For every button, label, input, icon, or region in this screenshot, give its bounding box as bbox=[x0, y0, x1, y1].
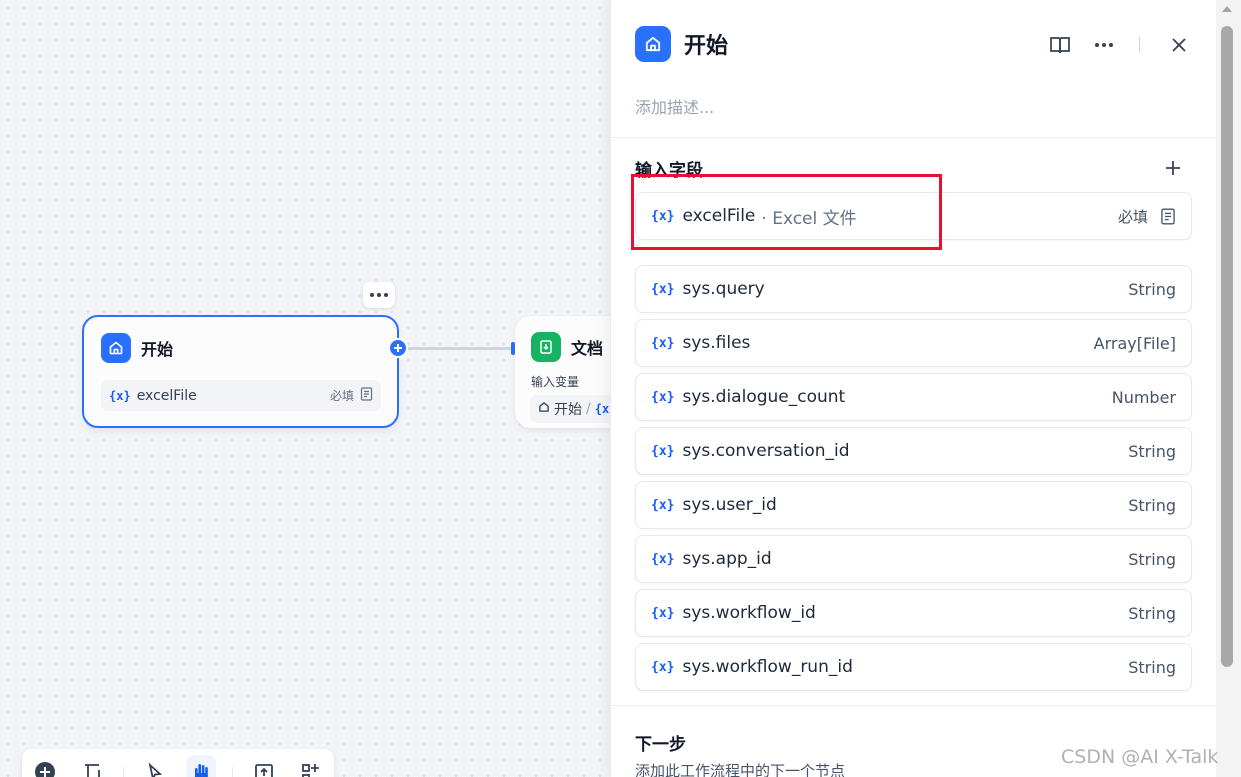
organize-icon bbox=[301, 764, 319, 777]
field-name: sys.workflow_run_id bbox=[682, 657, 853, 677]
variable-icon: {x} bbox=[651, 281, 675, 297]
system-variable-row: {x} sys.dialogue_count Number bbox=[635, 373, 1192, 421]
home-icon bbox=[538, 401, 550, 417]
system-variable-row: {x} sys.files Array[File] bbox=[635, 319, 1192, 367]
doc-node-header: 文档 bbox=[531, 332, 603, 362]
variable-icon: {x} bbox=[651, 335, 675, 351]
note-button[interactable] bbox=[76, 755, 106, 777]
field-type: String bbox=[1128, 549, 1176, 569]
document-icon bbox=[1160, 208, 1176, 225]
layout-button[interactable] bbox=[296, 755, 326, 777]
field-name: sys.user_id bbox=[682, 495, 777, 515]
pointer-mode-button[interactable] bbox=[140, 755, 170, 777]
more-icon bbox=[370, 293, 388, 297]
start-node-header: 开始 bbox=[101, 333, 173, 363]
add-node-icon bbox=[35, 762, 56, 777]
description-input[interactable]: 添加描述... bbox=[635, 94, 714, 118]
input-field-row[interactable]: {x} excelFile · Excel 文件 必填 bbox=[635, 192, 1192, 240]
required-label: 必填 bbox=[1117, 207, 1148, 226]
system-variable-row: {x} sys.workflow_run_id String bbox=[635, 643, 1192, 691]
hand-mode-button[interactable] bbox=[186, 755, 217, 777]
variable-icon: {x} bbox=[109, 388, 131, 403]
field-type: String bbox=[1128, 279, 1176, 299]
plus-icon bbox=[1166, 161, 1180, 175]
hand-icon bbox=[195, 764, 209, 777]
home-icon bbox=[635, 26, 671, 62]
chip-source: 开始 bbox=[554, 402, 582, 418]
pointer-icon bbox=[148, 762, 162, 777]
required-label: 必填 bbox=[329, 389, 354, 403]
add-next-node-handle[interactable] bbox=[388, 338, 408, 358]
home-icon bbox=[101, 333, 131, 363]
field-label: · Excel 文件 bbox=[761, 208, 857, 229]
watermark: CSDN @AI X-Talk bbox=[1061, 746, 1219, 768]
input-fields-title: 输入字段 bbox=[635, 161, 703, 181]
canvas-toolbar bbox=[22, 749, 334, 777]
chip-separator: / bbox=[586, 401, 591, 417]
plus-icon bbox=[394, 344, 402, 352]
edge-connector bbox=[398, 347, 514, 350]
start-node-title: 开始 bbox=[141, 340, 174, 359]
add-node-button[interactable] bbox=[30, 755, 60, 777]
toolbar-divider bbox=[232, 767, 234, 777]
field-name: sys.conversation_id bbox=[682, 441, 850, 461]
panel-actions bbox=[1047, 34, 1192, 56]
field-name: sys.workflow_id bbox=[682, 603, 816, 623]
field-name: sys.query bbox=[682, 279, 765, 299]
field-name: sys.files bbox=[682, 333, 751, 353]
start-node[interactable]: 开始 {x} excelFile 必填 bbox=[82, 315, 399, 428]
scrollbar-thumb[interactable] bbox=[1221, 26, 1233, 667]
panel-title[interactable]: 开始 bbox=[684, 28, 728, 60]
toolbar-divider bbox=[122, 767, 124, 777]
variable-icon: {x} bbox=[651, 208, 675, 224]
note-icon bbox=[84, 764, 100, 777]
actions-divider bbox=[1139, 37, 1140, 53]
help-docs-button[interactable] bbox=[1047, 34, 1073, 56]
variable-name: excelFile bbox=[136, 387, 197, 404]
field-type: String bbox=[1128, 495, 1176, 515]
variable-icon: {x bbox=[594, 402, 610, 416]
export-image-icon bbox=[255, 764, 274, 777]
field-name: sys.app_id bbox=[682, 549, 772, 569]
panel-divider bbox=[611, 705, 1216, 706]
next-step-title: 下一步 bbox=[635, 735, 686, 755]
node-more-button[interactable] bbox=[363, 282, 395, 308]
add-input-field-button[interactable] bbox=[1161, 156, 1185, 180]
system-variable-row: {x} sys.query String bbox=[635, 265, 1192, 313]
start-node-variable: {x} excelFile 必填 bbox=[101, 380, 381, 411]
field-name: sys.dialogue_count bbox=[682, 387, 846, 407]
system-variable-row: {x} sys.user_id String bbox=[635, 481, 1192, 529]
close-panel-button[interactable] bbox=[1166, 34, 1192, 56]
panel-header: 开始 bbox=[635, 26, 728, 62]
variable-icon: {x} bbox=[651, 605, 675, 621]
more-icon bbox=[1095, 43, 1113, 47]
variable-icon: {x} bbox=[651, 659, 675, 675]
field-type: String bbox=[1128, 603, 1176, 623]
document-icon bbox=[360, 386, 373, 405]
scroll-up-arrow-icon[interactable] bbox=[1222, 6, 1232, 12]
variable-icon: {x} bbox=[651, 443, 675, 459]
system-variable-row: {x} sys.conversation_id String bbox=[635, 427, 1192, 475]
field-name: excelFile bbox=[682, 206, 756, 226]
doc-node-title: 文档 bbox=[571, 339, 604, 358]
variable-icon: {x} bbox=[651, 497, 675, 513]
field-type: Array[File] bbox=[1093, 333, 1176, 353]
variable-icon: {x} bbox=[651, 551, 675, 567]
field-type: String bbox=[1128, 441, 1176, 461]
export-button[interactable] bbox=[249, 755, 279, 777]
system-variable-row: {x} sys.workflow_id String bbox=[635, 589, 1192, 637]
document-extract-icon bbox=[531, 332, 561, 362]
next-step-description: 添加此工作流程中的下一个节点 bbox=[635, 762, 846, 777]
system-variable-row: {x} sys.app_id String bbox=[635, 535, 1192, 583]
panel-divider bbox=[611, 137, 1216, 138]
variable-icon: {x} bbox=[651, 389, 675, 405]
field-type: Number bbox=[1111, 387, 1176, 407]
book-open-icon bbox=[1050, 37, 1070, 54]
node-settings-panel: 开始 添加描述... 输入字段 {x} excelFile · Excel 文件… bbox=[610, 0, 1216, 777]
close-icon bbox=[1172, 38, 1186, 52]
doc-node-subtitle: 输入变量 bbox=[531, 375, 580, 389]
field-type: String bbox=[1128, 657, 1176, 677]
more-actions-button[interactable] bbox=[1091, 34, 1117, 56]
